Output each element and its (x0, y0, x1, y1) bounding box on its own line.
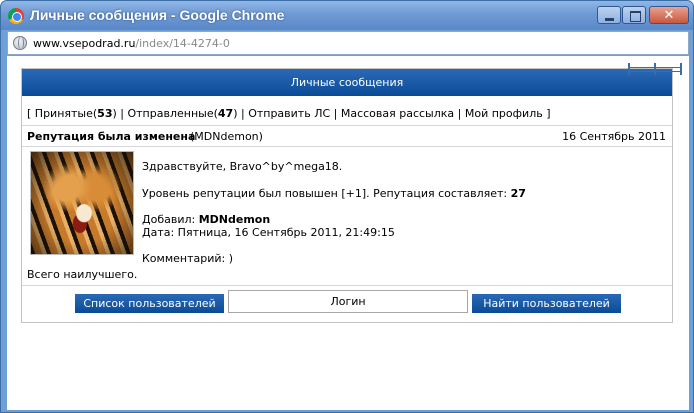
messages-panel: Личные сообщения [ Принятые(53) | Отправ… (21, 63, 682, 323)
message-subject: Репутация была изменена (27, 130, 196, 143)
avatar (30, 151, 134, 255)
nav-separator: | (116, 107, 128, 120)
nav-received-count: 53 (97, 107, 113, 120)
minimize-button[interactable] (597, 6, 621, 24)
chrome-logo-icon (8, 8, 24, 24)
maximize-button[interactable] (622, 6, 646, 24)
message-date-line: Дата: Пятница, 16 Сентябрь 2011, 21:49:1… (142, 226, 395, 239)
address-bar[interactable]: www.vsepodrad.ru/index/14-4274-0 (7, 31, 689, 55)
reputation-text: Уровень репутации был повышен [+1]. Репу… (142, 187, 511, 200)
nav-received-link[interactable]: Принятые(53) (35, 107, 117, 120)
nav-received-label: Принятые( (34, 107, 98, 120)
message-added-by: Добавил: MDNdemon (142, 213, 270, 226)
url-text[interactable]: www.vsepodrad.ru/index/14-4274-0 (33, 37, 230, 50)
browser-window: Личные сообщения - Google Chrome ✕ www.v… (0, 0, 694, 413)
message-reputation: Уровень репутации был повышен [+1]. Репу… (142, 187, 526, 200)
nav-separator: | (330, 107, 341, 120)
resize-handle-icon[interactable] (628, 63, 682, 75)
title-bar[interactable]: Личные сообщения - Google Chrome ✕ (1, 1, 693, 30)
panel-header: Личные сообщения (22, 69, 672, 96)
message-comment: Комментарий: ) (142, 252, 234, 265)
login-input[interactable]: Логин (228, 290, 468, 313)
nav-send-pm-link[interactable]: Отправить ЛС (248, 107, 330, 120)
users-list-button[interactable]: Список пользователей (75, 294, 224, 313)
nav-separator: | (454, 107, 465, 120)
divider (22, 285, 672, 286)
nav-separator: | (237, 107, 249, 120)
globe-icon (13, 36, 27, 50)
added-by-label: Добавил: (142, 213, 199, 226)
message-greeting: Здравствуйте, Bravo^by^mega18. (142, 160, 343, 173)
nav-sent-link[interactable]: Отправленные(47) (127, 107, 237, 120)
nav-my-profile-link[interactable]: Мой профиль (465, 107, 543, 120)
nav-sent-count: 47 (217, 107, 234, 120)
url-host: www.vsepodrad.ru (33, 37, 136, 50)
nav-mass-mail-link[interactable]: Массовая рассылка (341, 107, 454, 120)
nav-sent-label: Отправленные( (127, 107, 218, 120)
nav-bracket-close: ] (542, 107, 551, 120)
url-path: /index/14-4274-0 (135, 37, 230, 50)
message-closing: Всего наилучшего. (27, 268, 138, 281)
message-date: 16 Сентябрь 2011 (562, 130, 666, 143)
reputation-value: 27 (510, 187, 526, 200)
added-by-value[interactable]: MDNdemon (199, 213, 270, 226)
message-header: Репутация была изменена (MDNdemon) 16 Се… (22, 125, 672, 147)
message-author[interactable]: (MDNdemon) (190, 130, 263, 143)
window-title: Личные сообщения - Google Chrome (30, 7, 285, 23)
nav-bracket-open: [ (27, 107, 35, 120)
close-icon: ✕ (663, 8, 675, 23)
close-button[interactable]: ✕ (649, 6, 689, 24)
find-users-button[interactable]: Найти пользователей (472, 294, 621, 313)
messages-nav: [ Принятые(53) | Отправленные(47) | Отпр… (27, 107, 551, 120)
page-content: Личные сообщения [ Принятые(53) | Отправ… (7, 56, 689, 410)
